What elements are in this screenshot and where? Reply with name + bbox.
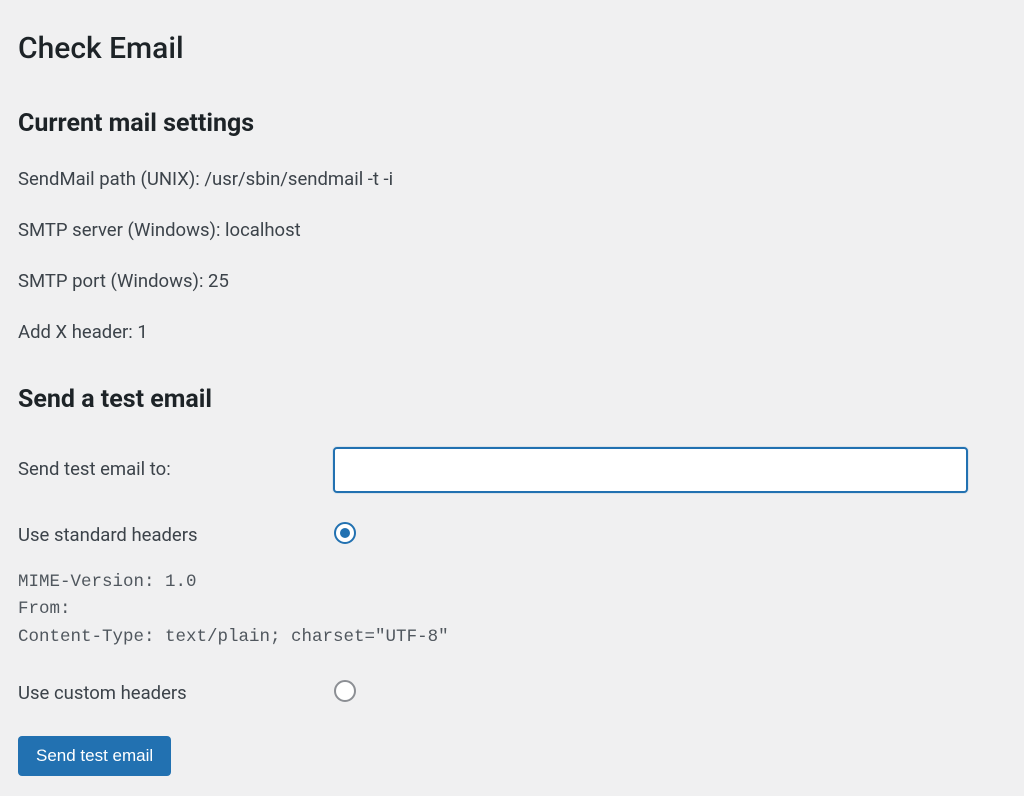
- sendmail-path-label: SendMail path (UNIX):: [18, 168, 204, 190]
- use-custom-headers-row: Use custom headers: [18, 679, 1006, 710]
- send-test-email-heading: Send a test email: [18, 382, 1006, 417]
- current-mail-settings-list: SendMail path (UNIX): /usr/sbin/sendmail…: [18, 167, 1006, 346]
- use-custom-headers-radio[interactable]: [334, 680, 356, 702]
- smtp-server-row: SMTP server (Windows): localhost: [18, 218, 1006, 244]
- add-x-header-value: 1: [137, 321, 147, 343]
- use-standard-headers-label: Use standard headers: [18, 523, 333, 549]
- smtp-port-row: SMTP port (Windows): 25: [18, 269, 1006, 295]
- add-x-header-row: Add X header: 1: [18, 320, 1006, 346]
- smtp-port-value: 25: [208, 270, 229, 292]
- sendmail-path-value: /usr/sbin/sendmail -t -i: [204, 168, 393, 190]
- smtp-server-value: localhost: [225, 219, 301, 241]
- send-test-email-button[interactable]: Send test email: [18, 736, 171, 776]
- current-mail-settings-heading: Current mail settings: [18, 106, 1006, 141]
- send-to-label: Send test email to:: [18, 457, 333, 483]
- use-standard-headers-row: Use standard headers: [18, 521, 1006, 552]
- add-x-header-label: Add X header:: [18, 321, 137, 343]
- sendmail-path-row: SendMail path (UNIX): /usr/sbin/sendmail…: [18, 167, 1006, 193]
- smtp-port-label: SMTP port (Windows):: [18, 270, 208, 292]
- page-title: Check Email: [18, 28, 1006, 70]
- smtp-server-label: SMTP server (Windows):: [18, 219, 225, 241]
- send-to-row: Send test email to:: [18, 447, 1006, 493]
- send-to-input[interactable]: [333, 447, 968, 493]
- use-custom-headers-label: Use custom headers: [18, 681, 333, 707]
- use-standard-headers-radio[interactable]: [334, 522, 356, 544]
- standard-headers-preview: MIME-Version: 1.0 From: Content-Type: te…: [18, 569, 1006, 650]
